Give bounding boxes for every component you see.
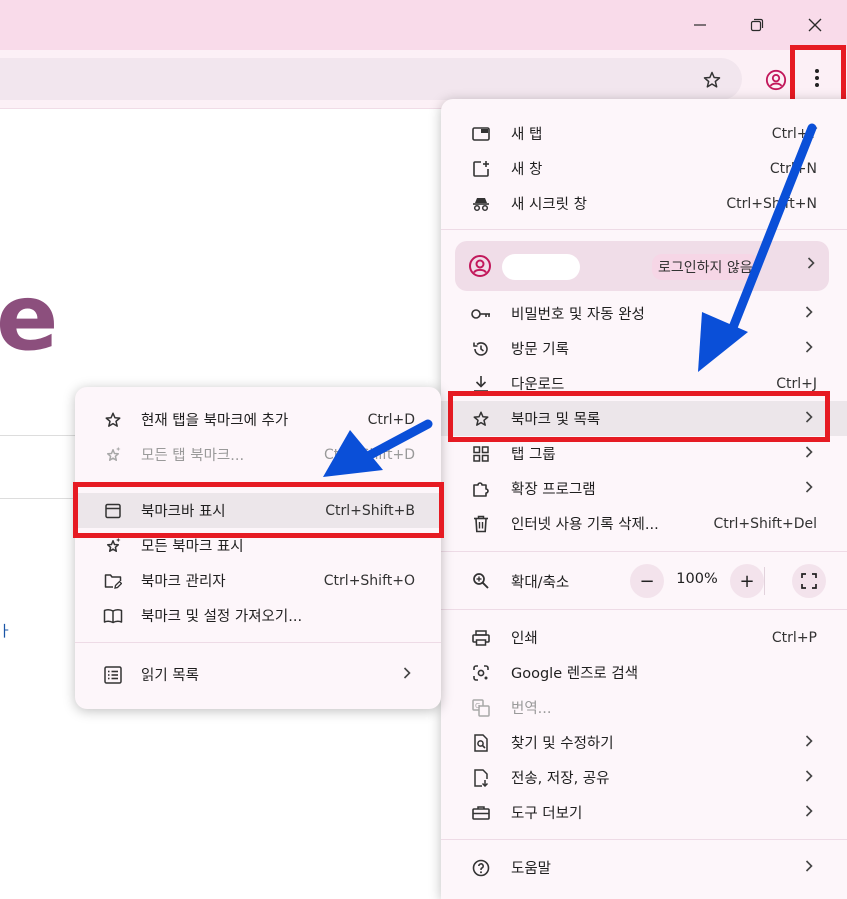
menu-item-new-window[interactable]: 새 창 Ctrl+N — [441, 151, 847, 186]
reading-list-icon — [103, 665, 123, 685]
minimize-button[interactable] — [677, 5, 723, 45]
menu-item-help[interactable]: 도움말 — [441, 850, 847, 885]
bookmarks-submenu: 현재 탭을 북마크에 추가 Ctrl+D 모든 탭 북마크... Ctrl+Sh… — [75, 387, 441, 709]
lens-icon — [471, 663, 491, 683]
chevron-right-icon — [805, 769, 813, 786]
chevron-right-icon — [805, 734, 813, 751]
chrome-main-menu: 새 탭 Ctrl+T 새 창 Ctrl+N 새 시크릿 창 Ctrl+Shift… — [441, 99, 847, 899]
new-window-icon — [471, 159, 491, 179]
menu-item-incognito[interactable]: 새 시크릿 창 Ctrl+Shift+N — [441, 186, 847, 221]
menu-separator — [441, 551, 847, 552]
menu-item-new-tab[interactable]: 새 탭 Ctrl+T — [441, 116, 847, 151]
star-icon — [703, 71, 721, 88]
share-page-icon — [471, 768, 491, 788]
menu-separator — [75, 642, 441, 643]
menu-item-extensions[interactable]: 확장 프로그램 — [441, 471, 847, 506]
submenu-item-reading-list[interactable]: 읽기 목록 — [75, 657, 441, 692]
zoom-icon — [471, 571, 491, 591]
profile-icon — [468, 254, 492, 282]
menu-item-print[interactable]: 인쇄 Ctrl+P — [441, 620, 847, 655]
submenu-item-bookmark-all-tabs[interactable]: 모든 탭 북마크... Ctrl+Shift+D — [75, 437, 441, 472]
toolbox-icon — [471, 803, 491, 823]
menu-item-lens[interactable]: Google 렌즈로 검색 — [441, 655, 847, 690]
chevron-right-icon — [805, 480, 813, 497]
translate-icon: G — [471, 698, 491, 718]
menu-item-translate[interactable]: G 번역... — [441, 690, 847, 725]
page-link-fragment[interactable]: ㅏ — [0, 620, 12, 641]
close-window-button[interactable] — [792, 5, 838, 45]
menu-separator — [441, 839, 847, 840]
profile-button[interactable] — [763, 67, 789, 93]
menu-item-profile[interactable]: 로그인하지 않음 — [455, 241, 829, 291]
zoom-divider — [764, 567, 765, 595]
key-icon — [471, 304, 491, 324]
menu-item-cast-save-share[interactable]: 전송, 저장, 공유 — [441, 760, 847, 795]
bookmarks-item-highlight — [448, 391, 830, 442]
folder-edit-icon — [103, 571, 123, 591]
new-tab-icon — [471, 124, 491, 144]
fullscreen-icon — [801, 573, 817, 589]
restore-icon — [750, 18, 764, 32]
menu-separator — [441, 609, 847, 610]
submenu-item-bookmark-tab[interactable]: 현재 탭을 북마크에 추가 Ctrl+D — [75, 402, 441, 437]
book-open-icon — [103, 606, 123, 626]
chevron-right-icon — [805, 804, 813, 821]
star-icon — [103, 410, 123, 430]
address-bar[interactable] — [0, 58, 742, 100]
profile-status-badge: 로그인하지 않음 — [652, 254, 759, 280]
menu-item-clear-data[interactable]: 인터넷 사용 기록 삭제... Ctrl+Shift+Del — [441, 506, 847, 541]
menu-item-history[interactable]: 방문 기록 — [441, 331, 847, 366]
bookmark-star-button[interactable] — [700, 68, 724, 92]
chevron-right-icon — [807, 257, 815, 273]
find-page-icon — [471, 733, 491, 753]
zoom-out-button[interactable]: − — [630, 564, 664, 598]
close-icon — [808, 18, 822, 32]
menu-separator — [441, 229, 847, 230]
chevron-right-icon — [805, 445, 813, 462]
minimize-icon — [694, 24, 706, 26]
menu-item-more-tools[interactable]: 도구 더보기 — [441, 795, 847, 830]
page-logo-fragment: e — [0, 264, 59, 371]
submenu-item-bookmark-manager[interactable]: 북마크 관리자 Ctrl+Shift+O — [75, 563, 441, 598]
printer-icon — [471, 628, 491, 648]
zoom-level: 100% — [676, 571, 718, 587]
star-sparkle-icon — [103, 445, 123, 465]
history-icon — [471, 339, 491, 359]
restore-button[interactable] — [734, 5, 780, 45]
zoom-in-button[interactable]: + — [730, 564, 764, 598]
trash-icon — [471, 514, 491, 534]
tab-groups-icon — [471, 444, 491, 464]
profile-icon — [765, 69, 787, 91]
incognito-icon — [471, 194, 491, 214]
menu-item-passwords[interactable]: 비밀번호 및 자동 완성 — [441, 296, 847, 331]
fullscreen-button[interactable] — [792, 564, 826, 598]
chevron-right-icon — [805, 305, 813, 322]
chevron-right-icon — [805, 340, 813, 357]
menu-item-find-edit[interactable]: 찾기 및 수정하기 — [441, 725, 847, 760]
submenu-item-import[interactable]: 북마크 및 설정 가져오기... — [75, 598, 441, 633]
star-sparkle-icon — [103, 536, 123, 556]
profile-name-redacted — [502, 254, 580, 280]
title-bar — [0, 0, 847, 50]
svg-text:G: G — [475, 702, 480, 710]
chevron-right-icon — [403, 666, 411, 683]
puzzle-icon — [471, 479, 491, 499]
show-bookmarks-bar-highlight — [73, 482, 444, 538]
chevron-right-icon — [805, 859, 813, 876]
